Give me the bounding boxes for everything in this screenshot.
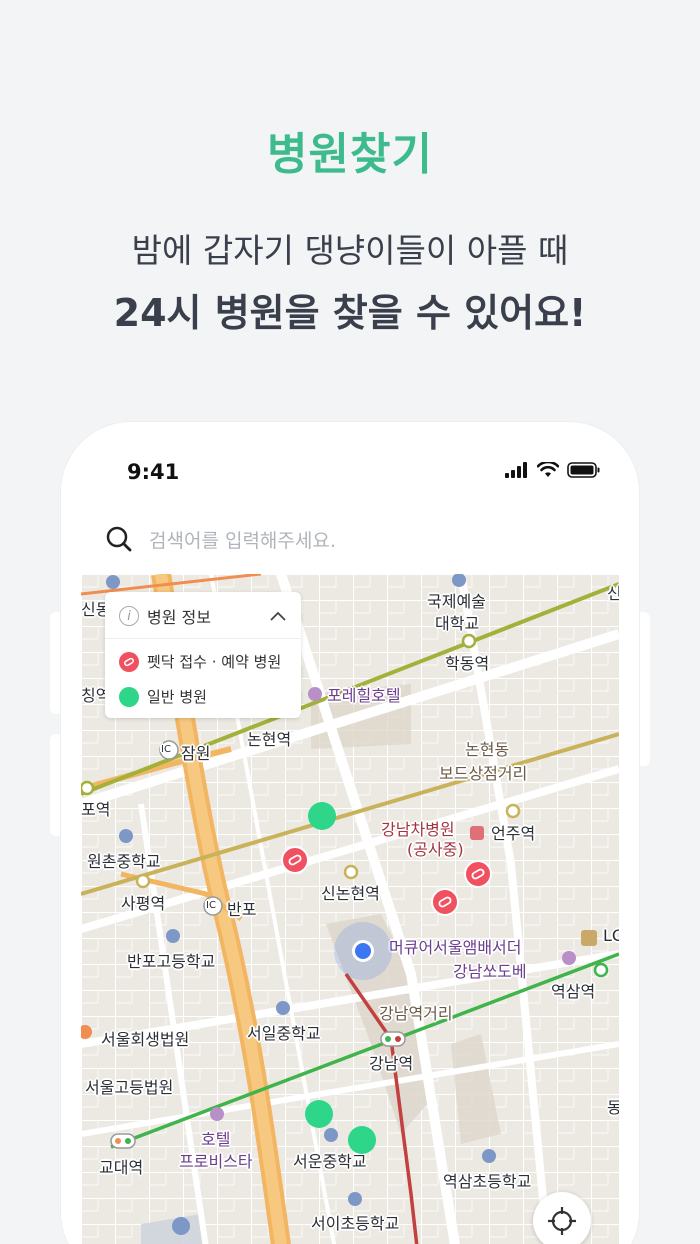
map-label-gangnamgeori: 강남역거리 — [379, 1004, 453, 1023]
map-label-seoilmiddle: 서일중학교 — [247, 1024, 321, 1043]
legend-item-label: 일반 병원 — [147, 688, 207, 706]
map-label-provista: 프로비스타 — [179, 1152, 253, 1171]
pill-icon — [288, 854, 302, 866]
petdoc-hospital-icon — [119, 651, 139, 672]
map-label-gongsa: (공사중) — [407, 840, 464, 859]
map-label-seoielem: 서이초등학교 — [311, 1214, 400, 1233]
search-icon — [106, 526, 132, 552]
map-label-hotel: 호텔 — [201, 1130, 231, 1149]
map-label-porehill: 포레힐호텔 — [327, 686, 401, 705]
current-location-dot — [352, 940, 374, 962]
current-location-marker — [334, 922, 392, 980]
map-label-gukje1: 국제예술 — [427, 592, 486, 611]
battery-icon — [567, 462, 600, 478]
chevron-up-icon[interactable] — [269, 610, 287, 622]
signal-icon — [505, 462, 527, 478]
status-time: 9:41 — [127, 460, 180, 484]
hospital-pin-general[interactable] — [348, 1126, 376, 1154]
map-label-seoulrehab: 서울회생법원 — [101, 1030, 190, 1049]
map-label-seoulhigh: 서울고등법원 — [85, 1078, 174, 1097]
map-label-nonhyeondong: 논현동 — [465, 740, 510, 759]
legend-item-general: 일반 병원 — [119, 686, 287, 707]
map-label-sapyeong: 사평역 — [121, 894, 166, 913]
hero-headline: 24시 병원을 찾을 수 있어요! — [113, 291, 587, 335]
map-view[interactable]: 국제예술 대학교 학동역 신동 칭역 포레힐호텔 논현역 잠원 IC 논현동 보… — [81, 574, 619, 1244]
info-icon: i — [119, 606, 139, 626]
map-label-gyodae: 교대역 — [99, 1158, 144, 1177]
map-label-dong: 동 — [607, 1098, 619, 1117]
map-label-bodeu: 보드상점거리 — [439, 764, 528, 783]
hospital-pin-petdoc[interactable] — [281, 846, 309, 874]
legend-item-petdoc: 펫닥 접수 · 예약 병원 — [119, 651, 287, 672]
map-label-sin: 신 — [607, 584, 619, 603]
legend-header[interactable]: i 병원 정보 — [119, 604, 287, 628]
map-label-banpohigh: 반포고등학교 — [127, 952, 216, 971]
map-label-po: 포역 — [81, 800, 111, 819]
legend-item-label: 펫닥 접수 · 예약 병원 — [147, 653, 282, 671]
map-label-ic1: IC — [161, 744, 171, 755]
hero-title: 병원찾기 — [267, 129, 433, 180]
hospital-pin-general[interactable] — [308, 802, 336, 830]
pill-icon — [438, 896, 452, 908]
status-icons — [505, 462, 601, 478]
map-label-mercure: 머큐어서울앰배서더 — [389, 938, 522, 957]
crosshair-icon — [548, 1207, 576, 1235]
map-label-gangnam: 강남역 — [369, 1054, 414, 1073]
hospital-pin-general[interactable] — [305, 1100, 333, 1128]
map-label-eonju: 언주역 — [491, 824, 536, 843]
map-label-nonhyeon: 논현역 — [247, 730, 292, 749]
map-label-jamwon: 잠원 — [181, 744, 211, 763]
hero-subtitle: 밤에 갑자기 댕냥이들이 아플 때 — [131, 231, 569, 270]
map-label-hakdong: 학동역 — [445, 654, 490, 673]
map-label-yeoksam: 역삼역 — [551, 982, 596, 1001]
map-label-gukje2: 대학교 — [435, 614, 480, 633]
map-label-yeoksamelem: 역삼초등학교 — [443, 1172, 532, 1191]
wifi-icon — [537, 462, 559, 477]
map-label-ic2: IC — [206, 900, 216, 911]
legend-divider — [105, 638, 301, 639]
my-location-button[interactable] — [533, 1192, 591, 1244]
phone-frame: 9:41 검색어를 입력해주세요. 국제예술 대학교 학동역 신동 칭역 포레힐… — [61, 422, 639, 1244]
search-bar[interactable]: 검색어를 입력해주세요. — [105, 520, 595, 558]
map-label-sinnonhyeon: 신논현역 — [321, 884, 380, 903]
pill-icon — [471, 868, 485, 880]
legend-title: 병원 정보 — [147, 608, 211, 627]
map-label-banpo: 반포 — [227, 900, 257, 919]
map-label-wonchon: 원촌중학교 — [87, 852, 161, 871]
search-input[interactable]: 검색어를 입력해주세요. — [149, 526, 336, 553]
hospital-pin-petdoc[interactable] — [431, 888, 459, 916]
legend-panel[interactable]: i 병원 정보 펫닥 접수 · 예약 병원 일반 병원 — [105, 592, 301, 718]
hospital-pin-petdoc[interactable] — [464, 860, 492, 888]
map-label-lc: LC — [603, 926, 619, 945]
general-hospital-icon — [119, 686, 139, 707]
map-label-gangnamsofitel: 강남쏘도베 — [453, 962, 527, 981]
